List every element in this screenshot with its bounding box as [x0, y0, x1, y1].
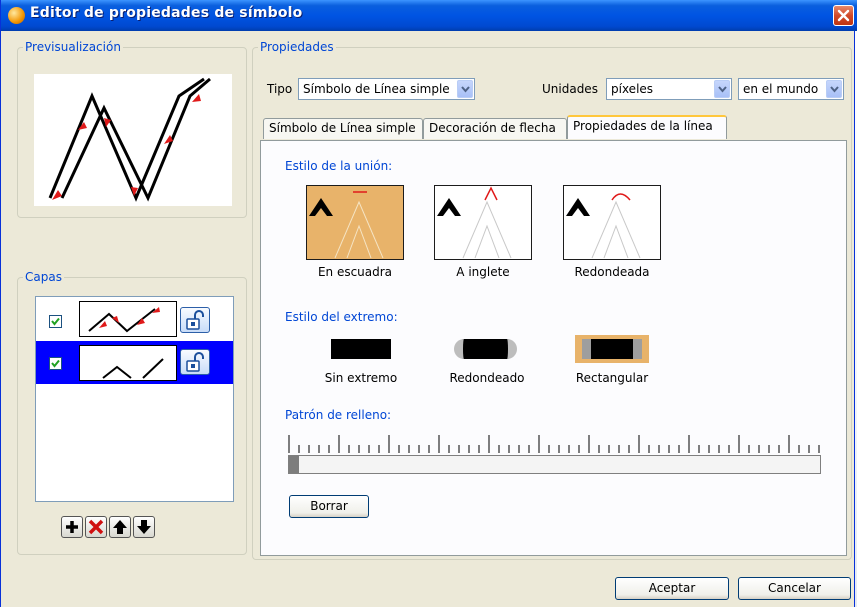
type-dropdown-arrow[interactable] — [457, 80, 473, 98]
chevron-down-icon — [830, 86, 839, 93]
properties-group-title: Propiedades — [258, 39, 336, 55]
pattern-track[interactable] — [288, 455, 821, 474]
plus-icon — [66, 521, 78, 533]
units-label: Unidades — [542, 82, 598, 96]
layers-group-title: Capas — [23, 269, 64, 285]
window-title: Editor de propiedades de símbolo — [30, 5, 303, 21]
join-option-label: A inglete — [456, 265, 510, 279]
cancel-button[interactable]: Cancelar — [738, 577, 851, 600]
clear-pattern-button[interactable]: Borrar — [289, 495, 369, 518]
units-select[interactable]: píxeles — [606, 78, 732, 100]
fill-pattern-title: Patrón de relleno: — [285, 408, 392, 422]
close-button[interactable] — [833, 5, 854, 26]
join-option-round[interactable] — [563, 185, 661, 260]
type-label: Tipo — [267, 82, 293, 96]
layer-lock-button[interactable] — [180, 307, 210, 333]
move-layer-up-button[interactable] — [109, 516, 131, 538]
check-icon — [51, 317, 60, 326]
symbol-preview — [34, 74, 232, 206]
join-option-label: En escuadra — [317, 265, 393, 279]
pattern-slider-thumb[interactable] — [289, 456, 299, 473]
tab-simple-line-symbol[interactable]: Símbolo de Línea simple — [263, 118, 423, 139]
layers-list[interactable] — [35, 296, 234, 502]
preview-group-title: Previsualización — [23, 39, 123, 55]
unlock-icon — [186, 310, 204, 330]
cap-option-label: Redondeado — [449, 371, 525, 385]
arrow-down-icon — [137, 520, 151, 534]
tab-line-properties[interactable]: Propiedades de la línea — [567, 115, 727, 139]
check-icon — [51, 359, 60, 368]
tab-arrow-decoration[interactable]: Decoración de flecha — [423, 118, 567, 139]
layer-lock-button[interactable] — [180, 349, 210, 375]
scope-dropdown-arrow[interactable] — [826, 80, 842, 98]
layer-visible-checkbox[interactable] — [49, 315, 62, 328]
arrow-up-icon — [113, 520, 127, 534]
chevron-down-icon — [461, 86, 470, 93]
type-select-value: Símbolo de Línea simple — [303, 82, 450, 96]
cap-option-square[interactable] — [575, 335, 649, 363]
join-option-miter-square[interactable] — [306, 185, 404, 260]
app-icon — [8, 7, 25, 24]
units-select-value: píxeles — [611, 82, 654, 96]
scope-select[interactable]: en el mundo — [738, 78, 844, 100]
symbol-properties-dialog: Editor de propiedades de símbolo Previsu… — [0, 0, 857, 607]
add-layer-button[interactable] — [61, 516, 83, 538]
layer-thumbnail — [79, 301, 177, 337]
close-icon — [837, 9, 850, 22]
join-option-miter[interactable] — [434, 185, 532, 260]
layer-row[interactable] — [36, 297, 233, 340]
cap-option-butt[interactable] — [331, 339, 391, 359]
cap-option-round[interactable] — [454, 339, 517, 359]
cap-style-title: Estilo del extremo: — [285, 310, 398, 324]
scope-select-value: en el mundo — [743, 82, 819, 96]
cap-option-label: Sin extremo — [324, 371, 398, 385]
miter-join-icon — [437, 186, 512, 259]
delete-layer-button[interactable] — [85, 516, 107, 538]
square-cap-icon — [582, 339, 642, 359]
layer-thumbnail — [79, 345, 177, 381]
round-join-icon — [566, 193, 641, 259]
units-dropdown-arrow[interactable] — [714, 80, 730, 98]
pattern-ruler — [288, 435, 820, 453]
ok-button[interactable]: Aceptar — [615, 577, 729, 600]
move-layer-down-button[interactable] — [133, 516, 155, 538]
cap-option-label: Rectangular — [575, 371, 649, 385]
layer-visible-checkbox[interactable] — [49, 357, 62, 370]
layer-row-selected[interactable] — [36, 341, 233, 384]
join-style-title: Estilo de la unión: — [285, 159, 393, 173]
chevron-down-icon — [718, 86, 727, 93]
type-select[interactable]: Símbolo de Línea simple — [298, 78, 475, 100]
unlock-icon — [186, 352, 204, 372]
join-option-label: Redondeada — [574, 265, 650, 279]
preview-group: Previsualización — [17, 39, 247, 218]
square-join-icon — [309, 191, 384, 259]
delete-x-icon — [88, 519, 104, 535]
title-bar[interactable]: Editor de propiedades de símbolo — [1, 0, 857, 31]
